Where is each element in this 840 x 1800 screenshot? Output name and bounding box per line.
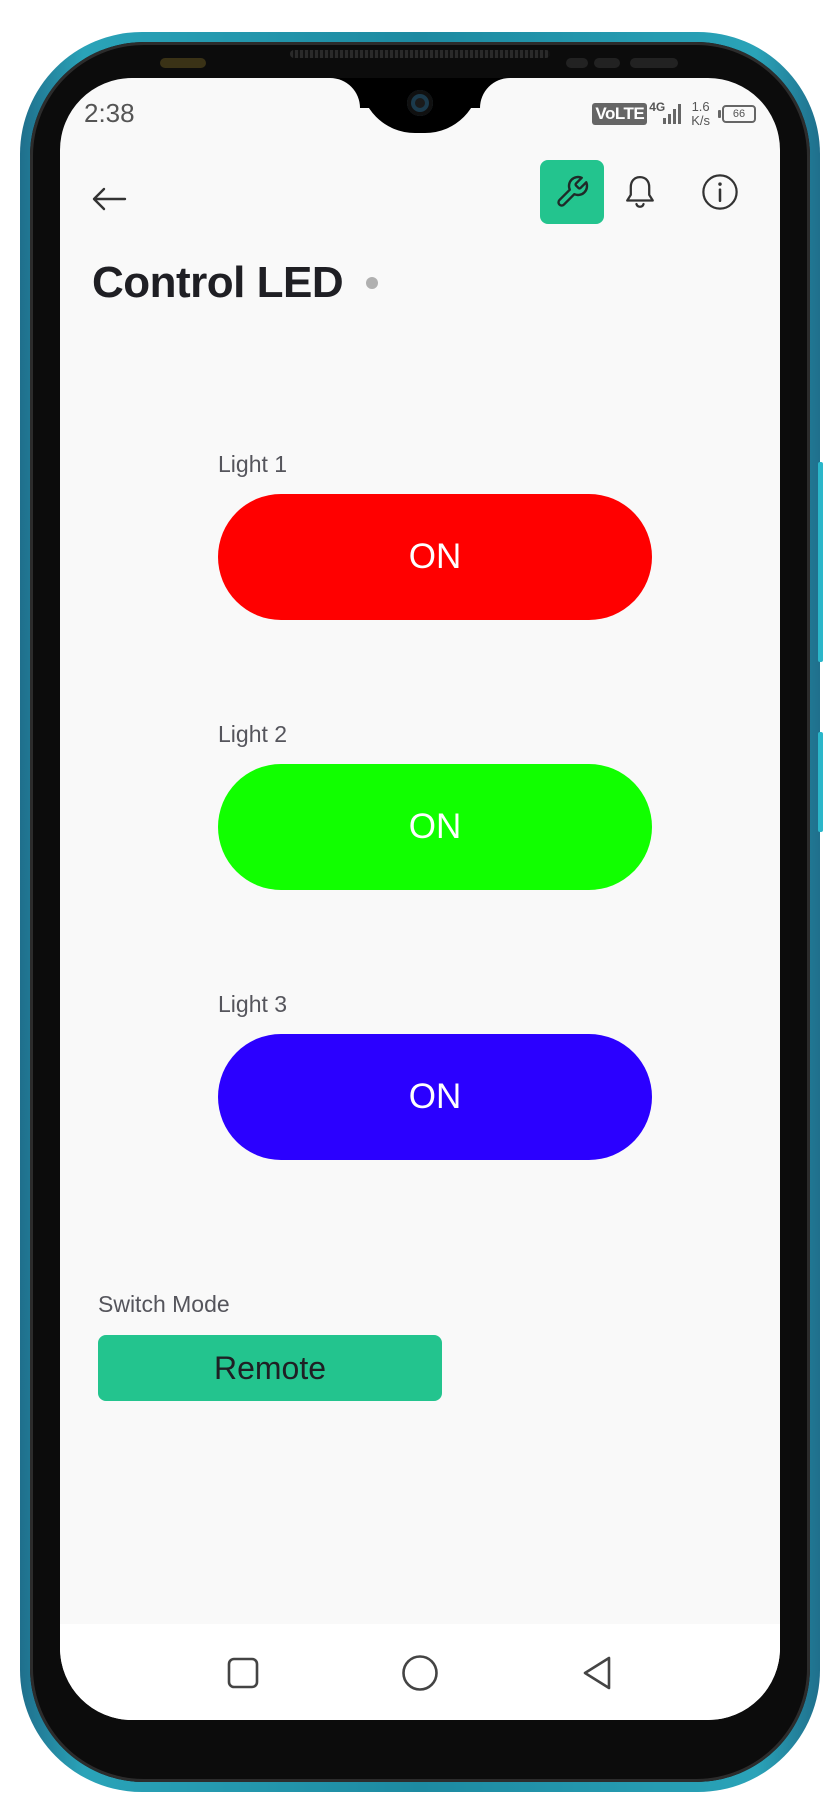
light-2-toggle-button[interactable]: ON [218,764,652,890]
arrow-left-icon [92,187,127,211]
light-3-label: Light 3 [218,991,288,1017]
earpiece-speaker [290,50,550,58]
bell-icon [626,175,654,208]
info-icon [702,174,738,210]
recent-apps-button[interactable] [218,1648,268,1698]
back-button[interactable] [84,176,134,222]
status-indicators: VoLTE 4G 1.6 K/s 66 [592,100,756,128]
square-icon [227,1657,259,1689]
light-1-toggle-button[interactable]: ON [218,494,652,620]
settings-button[interactable] [540,160,604,224]
page-title: Control LED [92,258,344,307]
circle-icon [402,1655,438,1691]
volte-badge: VoLTE [592,103,648,125]
wrench-icon [557,175,589,207]
light-2-label: Light 2 [218,721,288,747]
speed-value: 1.6 [691,99,710,114]
battery-icon: 66 [718,105,756,123]
battery-level: 66 [732,108,746,120]
device-status-dot [366,277,378,289]
speed-unit: K/s [691,113,710,128]
network-speed: 1.6 K/s [691,100,710,128]
sensor-dot [630,58,678,68]
proximity-sensor [160,58,206,68]
signal-strength-icon [663,104,682,124]
navigation-bar [60,1624,780,1720]
light-1-label: Light 1 [218,451,288,477]
status-time: 2:38 [84,98,135,128]
triangle-back-icon [583,1656,611,1690]
info-button[interactable] [696,168,744,216]
front-camera [407,90,433,116]
power-button [818,732,823,832]
home-button[interactable] [395,1648,445,1698]
sensor-dot [566,58,588,68]
sensor-dot [594,58,620,68]
switch-mode-label: Switch Mode [98,1291,230,1317]
notifications-button[interactable] [616,168,664,216]
screen: 2:38 VoLTE 4G 1.6 K/s 66 Control LED Lig… [60,78,780,1720]
switch-mode-button[interactable]: Remote [98,1335,442,1401]
back-nav-button[interactable] [572,1648,622,1698]
light-3-toggle-button[interactable]: ON [218,1034,652,1160]
volume-button [818,462,823,662]
